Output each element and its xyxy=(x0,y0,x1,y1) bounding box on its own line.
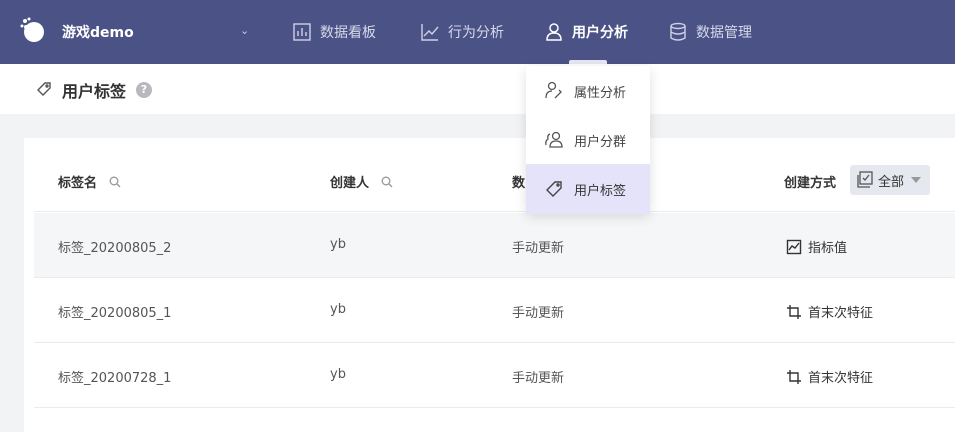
app-logo-icon[interactable] xyxy=(18,16,48,46)
tag-icon xyxy=(546,181,562,197)
trend-icon xyxy=(421,24,439,41)
method-label: 首末次特征 xyxy=(808,371,874,386)
nav-label: 用户分析 xyxy=(572,25,628,41)
user-analysis-dropdown: 属性分析 用户分群 用户标签 xyxy=(526,66,650,214)
nav-item-behavior[interactable]: 行为分析 xyxy=(420,0,504,64)
nav-item-user-analysis[interactable]: 用户分析 xyxy=(544,0,628,64)
cell-method: 首末次特征 xyxy=(786,302,873,321)
menu-item-attribute-analysis[interactable]: 属性分析 xyxy=(526,66,650,116)
cell-method: 指标值 xyxy=(786,237,847,256)
caret-down-icon xyxy=(911,177,922,183)
column-header-creator: 创建人 xyxy=(330,172,393,191)
bar-chart-icon xyxy=(293,23,311,41)
page-header: 用户标签 ? xyxy=(0,64,955,114)
nav-item-data-management[interactable]: 数据管理 xyxy=(668,0,752,64)
column-label: 数 xyxy=(512,176,526,191)
crop-icon xyxy=(787,304,801,319)
table-header: 标签名 创建人 数 创建方式 全部 xyxy=(34,138,955,212)
column-label: 创建方式 xyxy=(784,176,837,191)
search-icon[interactable] xyxy=(109,176,121,188)
database-icon xyxy=(670,22,686,41)
table-row[interactable]: 标签_20200805_1 yb 手动更新 首末次特征 xyxy=(34,278,955,343)
page-title: 用户标签 xyxy=(62,82,127,101)
cell-creator: yb xyxy=(330,367,346,382)
nav-label: 数据看板 xyxy=(320,25,376,41)
cell-update: 手动更新 xyxy=(512,241,565,256)
tag-icon xyxy=(37,82,51,96)
column-header-method: 创建方式 xyxy=(784,172,836,191)
cell-tag-name[interactable]: 标签_20200728_1 xyxy=(58,367,171,386)
column-label: 标签名 xyxy=(58,176,98,191)
table-row[interactable]: 标签_20200728_1 yb 手动更新 首末次特征 xyxy=(34,343,955,408)
nav-item-dashboard[interactable]: 数据看板 xyxy=(292,0,376,64)
filter-value: 全部 xyxy=(878,174,905,190)
cell-update: 手动更新 xyxy=(512,306,565,321)
checkbox-stack-icon xyxy=(857,171,873,188)
column-label: 创建人 xyxy=(330,176,370,191)
method-label: 指标值 xyxy=(808,241,848,256)
cell-update: 手动更新 xyxy=(512,371,565,386)
menu-item-user-tag[interactable]: 用户标签 xyxy=(526,164,650,214)
column-header-update: 数 xyxy=(512,172,525,191)
cell-method: 首末次特征 xyxy=(786,367,873,386)
user-attribute-icon xyxy=(545,81,562,99)
method-filter-select[interactable]: 全部 xyxy=(850,165,930,195)
nav-label: 数据管理 xyxy=(696,25,752,41)
cell-tag-name[interactable]: 标签_20200805_2 xyxy=(58,237,171,256)
top-navbar: 游戏demo ⌄ 数据看板 行为分析 用户分析 数据管理 xyxy=(0,0,955,64)
menu-label: 属性分析 xyxy=(574,85,627,101)
search-icon[interactable] xyxy=(381,176,393,188)
chart-icon xyxy=(786,239,802,254)
app-name: 游戏demo xyxy=(62,25,134,41)
tag-table-card: 标签名 创建人 数 创建方式 全部 标签_20200805_2 yb 手动更新 … xyxy=(24,138,955,432)
help-icon[interactable]: ? xyxy=(136,82,152,98)
method-label: 首末次特征 xyxy=(808,306,874,321)
user-group-icon xyxy=(545,131,563,148)
menu-item-user-group[interactable]: 用户分群 xyxy=(526,115,650,165)
menu-label: 用户标签 xyxy=(574,183,627,199)
table-row[interactable]: 标签_20200805_2 yb 手动更新 指标值 xyxy=(34,213,955,278)
cell-creator: yb xyxy=(330,302,346,317)
crop-icon xyxy=(787,369,801,384)
chevron-down-icon[interactable]: ⌄ xyxy=(240,24,249,37)
menu-label: 用户分群 xyxy=(574,134,627,150)
user-icon xyxy=(546,23,562,41)
cell-creator: yb xyxy=(330,237,346,252)
column-header-tag-name: 标签名 xyxy=(58,172,121,191)
cell-tag-name[interactable]: 标签_20200805_1 xyxy=(58,302,171,321)
nav-label: 行为分析 xyxy=(448,25,504,41)
